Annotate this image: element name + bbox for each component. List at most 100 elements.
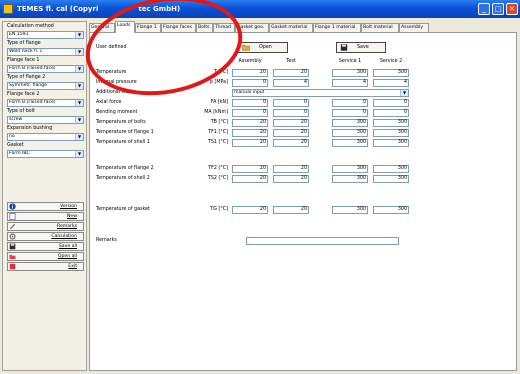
row-label-axial-force: Axial force bbox=[96, 100, 122, 105]
new-button[interactable]: New bbox=[7, 212, 84, 221]
remarks-input[interactable] bbox=[246, 237, 399, 245]
bolt-type-select[interactable]: screw ▼ bbox=[7, 116, 84, 124]
bending-moment-service2-input[interactable]: 0 bbox=[373, 109, 409, 117]
temp-flange1-service2-input[interactable]: 300 bbox=[373, 129, 409, 137]
chevron-down-icon[interactable]: ▼ bbox=[75, 66, 83, 72]
save-button[interactable]: Save bbox=[336, 42, 386, 53]
window-title-text: TEMES fl. cal (Copyri bbox=[17, 5, 99, 13]
calculation-icon bbox=[9, 233, 16, 240]
open-button[interactable]: Open bbox=[238, 42, 288, 53]
temp-shell1-service1-input[interactable]: 300 bbox=[332, 139, 368, 147]
temp-shell2-service2-input[interactable]: 300 bbox=[373, 175, 409, 183]
temp-flange2-service1-input[interactable]: 300 bbox=[332, 165, 368, 173]
version-button[interactable]: Version bbox=[7, 202, 84, 211]
calculation-label: Calculation bbox=[51, 234, 77, 239]
remarks-button[interactable]: Remarks bbox=[7, 222, 84, 231]
tab-flange-1-material[interactable]: Flange 1 material bbox=[313, 23, 361, 32]
temp-gasket-service1-input[interactable]: 300 bbox=[332, 206, 368, 214]
row-label-temp-gasket: Temperature of gasket bbox=[96, 207, 150, 212]
temp-shell2-service1-input[interactable]: 300 bbox=[332, 175, 368, 183]
temp-gasket-test-input[interactable]: 20 bbox=[273, 206, 309, 214]
save-all-button[interactable]: Save all bbox=[7, 242, 84, 251]
column-header-assembly: Assembly bbox=[238, 59, 262, 64]
close-button[interactable]: ✕ bbox=[506, 3, 518, 15]
bushing-value: no bbox=[9, 134, 15, 139]
chevron-down-icon[interactable]: ▼ bbox=[75, 49, 83, 55]
temp-shell2-test-input[interactable]: 20 bbox=[273, 175, 309, 183]
temp-flange2-assembly-input[interactable]: 20 bbox=[232, 165, 268, 173]
chevron-down-icon[interactable]: ▼ bbox=[75, 100, 83, 106]
axial-force-test-input[interactable]: 0 bbox=[273, 99, 309, 107]
row-unit-axial-force: FA [kN] bbox=[210, 100, 228, 105]
bending-moment-assembly-input[interactable]: 0 bbox=[232, 109, 268, 117]
tab-assembly[interactable]: Assembly bbox=[399, 23, 429, 32]
pressure-service1-input[interactable]: 4 bbox=[332, 79, 368, 87]
temp-shell1-assembly-input[interactable]: 20 bbox=[232, 139, 268, 147]
temperature-service2-input[interactable]: 300 bbox=[373, 69, 409, 77]
temp-flange1-test-input[interactable]: 20 bbox=[273, 129, 309, 137]
chevron-down-icon[interactable]: ▼ bbox=[75, 32, 83, 38]
temp-shell1-test-input[interactable]: 20 bbox=[273, 139, 309, 147]
bolt-type-value: screw bbox=[9, 117, 23, 122]
pressure-test-input[interactable]: 4 bbox=[273, 79, 309, 87]
bolt-type-label: Type of bolt bbox=[7, 109, 35, 114]
row-unit-temp-bolts: TB [°C] bbox=[210, 120, 228, 125]
bushing-label: Expansion bushing bbox=[7, 126, 53, 131]
chevron-down-icon[interactable]: ▼ bbox=[75, 83, 83, 89]
row-label-temp-bolts: Temperature of bolts bbox=[96, 120, 146, 125]
temp-flange1-assembly-input[interactable]: 20 bbox=[232, 129, 268, 137]
temp-bolts-service2-input[interactable]: 300 bbox=[373, 119, 409, 127]
chevron-down-icon[interactable]: ▼ bbox=[400, 90, 408, 96]
temp-flange1-service1-input[interactable]: 300 bbox=[332, 129, 368, 137]
remarks-label: Remarks bbox=[56, 224, 77, 229]
row-label-temp-shell-1: Temperature of shell 1 bbox=[96, 140, 150, 145]
temp-gasket-assembly-input[interactable]: 20 bbox=[232, 206, 268, 214]
flange-type2-value: Symmetr. flange bbox=[9, 83, 47, 88]
exit-button[interactable]: Exit bbox=[7, 262, 84, 271]
chevron-down-icon[interactable]: ▼ bbox=[75, 134, 83, 140]
minimize-button[interactable]: _ bbox=[478, 3, 490, 15]
temp-flange2-test-input[interactable]: 20 bbox=[273, 165, 309, 173]
bending-moment-test-input[interactable]: 0 bbox=[273, 109, 309, 117]
chevron-down-icon[interactable]: ▼ bbox=[75, 151, 83, 157]
temp-bolts-service1-input[interactable]: 300 bbox=[332, 119, 368, 127]
temp-shell1-service2-input[interactable]: 300 bbox=[373, 139, 409, 147]
bushing-select[interactable]: no ▼ bbox=[7, 133, 84, 141]
flange-type-select[interactable]: Weld neck fl. c ▼ bbox=[7, 48, 84, 56]
row-label-temp-shell-2: Temperature of shell 2 bbox=[96, 176, 150, 181]
calc-method-label: Calculation method bbox=[7, 24, 54, 29]
temp-shell2-assembly-input[interactable]: 20 bbox=[232, 175, 268, 183]
pressure-assembly-input[interactable]: 0 bbox=[232, 79, 268, 87]
face1-select[interactable]: Form B (raised face) ▼ bbox=[7, 65, 84, 73]
calc-method-select[interactable]: EN 1591 ▼ bbox=[7, 31, 84, 39]
temperature-assembly-input[interactable]: 20 bbox=[232, 69, 268, 77]
axial-force-assembly-input[interactable]: 0 bbox=[232, 99, 268, 107]
temp-flange2-service2-input[interactable]: 300 bbox=[373, 165, 409, 173]
tab-gasket-material[interactable]: Gasket material bbox=[269, 23, 313, 32]
temp-bolts-assembly-input[interactable]: 20 bbox=[232, 119, 268, 127]
additional-loads-select[interactable]: manual input ▼ bbox=[232, 89, 409, 97]
chevron-down-icon[interactable]: ▼ bbox=[75, 117, 83, 123]
calculation-button[interactable]: Calculation bbox=[7, 232, 84, 241]
flange-type-label: Type of flange bbox=[7, 41, 41, 46]
open-all-button[interactable]: Open all bbox=[7, 252, 84, 261]
row-unit-temp-shell-2: TS2 [°C] bbox=[207, 176, 228, 181]
pressure-service2-input[interactable]: 4 bbox=[373, 79, 409, 87]
open-all-label: Open all bbox=[57, 254, 77, 259]
open-label: Open bbox=[259, 45, 272, 50]
temperature-test-input[interactable]: 20 bbox=[273, 69, 309, 77]
column-header-service-1: Service 1 bbox=[338, 59, 362, 64]
flange-type2-select[interactable]: Symmetr. flange ▼ bbox=[7, 82, 84, 90]
maximize-button[interactable]: □ bbox=[492, 3, 504, 15]
temperature-service1-input[interactable]: 300 bbox=[332, 69, 368, 77]
temp-gasket-service2-input[interactable]: 300 bbox=[373, 206, 409, 214]
gasket-select[interactable]: Form IBC ▼ bbox=[7, 150, 84, 158]
bending-moment-service1-input[interactable]: 0 bbox=[332, 109, 368, 117]
axial-force-service2-input[interactable]: 0 bbox=[373, 99, 409, 107]
axial-force-service1-input[interactable]: 0 bbox=[332, 99, 368, 107]
row-label-bending-moment: Bending moment bbox=[96, 110, 138, 115]
tab-bolt-material[interactable]: Bolt material bbox=[361, 23, 399, 32]
face2-select[interactable]: Form B (raised face) ▼ bbox=[7, 99, 84, 107]
temp-bolts-test-input[interactable]: 20 bbox=[273, 119, 309, 127]
version-label: Version bbox=[60, 204, 77, 209]
